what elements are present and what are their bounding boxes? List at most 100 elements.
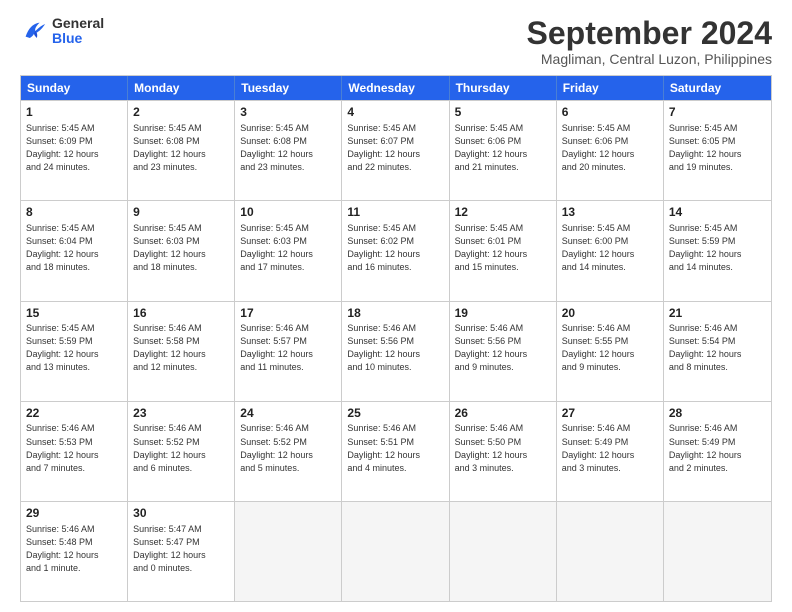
header-friday: Friday — [557, 76, 664, 100]
title-block: September 2024 Magliman, Central Luzon, … — [527, 16, 772, 67]
calendar-cell-4-4: 25Sunrise: 5:46 AM Sunset: 5:51 PM Dayli… — [342, 402, 449, 501]
day-info-11: Sunrise: 5:45 AM Sunset: 6:02 PM Dayligh… — [347, 222, 443, 274]
day-number-19: 19 — [455, 305, 551, 322]
calendar-cell-2-7: 14Sunrise: 5:45 AM Sunset: 5:59 PM Dayli… — [664, 201, 771, 300]
day-number-7: 7 — [669, 104, 766, 121]
calendar-cell-3-7: 21Sunrise: 5:46 AM Sunset: 5:54 PM Dayli… — [664, 302, 771, 401]
logo-blue: Blue — [52, 31, 104, 46]
day-number-28: 28 — [669, 405, 766, 422]
day-info-1: Sunrise: 5:45 AM Sunset: 6:09 PM Dayligh… — [26, 122, 122, 174]
day-info-20: Sunrise: 5:46 AM Sunset: 5:55 PM Dayligh… — [562, 322, 658, 374]
logo-general: General — [52, 16, 104, 31]
header-wednesday: Wednesday — [342, 76, 449, 100]
subtitle: Magliman, Central Luzon, Philippines — [527, 51, 772, 67]
day-number-22: 22 — [26, 405, 122, 422]
day-info-28: Sunrise: 5:46 AM Sunset: 5:49 PM Dayligh… — [669, 422, 766, 474]
day-info-14: Sunrise: 5:45 AM Sunset: 5:59 PM Dayligh… — [669, 222, 766, 274]
day-info-18: Sunrise: 5:46 AM Sunset: 5:56 PM Dayligh… — [347, 322, 443, 374]
calendar-cell-2-1: 8Sunrise: 5:45 AM Sunset: 6:04 PM Daylig… — [21, 201, 128, 300]
calendar-row-1: 1Sunrise: 5:45 AM Sunset: 6:09 PM Daylig… — [21, 100, 771, 200]
calendar-cell-1-1: 1Sunrise: 5:45 AM Sunset: 6:09 PM Daylig… — [21, 101, 128, 200]
day-number-20: 20 — [562, 305, 658, 322]
day-number-26: 26 — [455, 405, 551, 422]
day-number-12: 12 — [455, 204, 551, 221]
calendar-cell-2-2: 9Sunrise: 5:45 AM Sunset: 6:03 PM Daylig… — [128, 201, 235, 300]
day-number-4: 4 — [347, 104, 443, 121]
calendar-cell-2-6: 13Sunrise: 5:45 AM Sunset: 6:00 PM Dayli… — [557, 201, 664, 300]
calendar-cell-3-2: 16Sunrise: 5:46 AM Sunset: 5:58 PM Dayli… — [128, 302, 235, 401]
day-info-23: Sunrise: 5:46 AM Sunset: 5:52 PM Dayligh… — [133, 422, 229, 474]
calendar-cell-3-5: 19Sunrise: 5:46 AM Sunset: 5:56 PM Dayli… — [450, 302, 557, 401]
calendar-cell-2-5: 12Sunrise: 5:45 AM Sunset: 6:01 PM Dayli… — [450, 201, 557, 300]
day-number-16: 16 — [133, 305, 229, 322]
day-info-26: Sunrise: 5:46 AM Sunset: 5:50 PM Dayligh… — [455, 422, 551, 474]
calendar-cell-3-1: 15Sunrise: 5:45 AM Sunset: 5:59 PM Dayli… — [21, 302, 128, 401]
day-info-16: Sunrise: 5:46 AM Sunset: 5:58 PM Dayligh… — [133, 322, 229, 374]
day-info-13: Sunrise: 5:45 AM Sunset: 6:00 PM Dayligh… — [562, 222, 658, 274]
calendar-cell-3-4: 18Sunrise: 5:46 AM Sunset: 5:56 PM Dayli… — [342, 302, 449, 401]
calendar-cell-2-4: 11Sunrise: 5:45 AM Sunset: 6:02 PM Dayli… — [342, 201, 449, 300]
day-number-23: 23 — [133, 405, 229, 422]
day-number-15: 15 — [26, 305, 122, 322]
day-number-13: 13 — [562, 204, 658, 221]
header-tuesday: Tuesday — [235, 76, 342, 100]
calendar-row-2: 8Sunrise: 5:45 AM Sunset: 6:04 PM Daylig… — [21, 200, 771, 300]
day-info-29: Sunrise: 5:46 AM Sunset: 5:48 PM Dayligh… — [26, 523, 122, 575]
calendar-cell-5-7 — [664, 502, 771, 601]
day-info-6: Sunrise: 5:45 AM Sunset: 6:06 PM Dayligh… — [562, 122, 658, 174]
header: General Blue September 2024 Magliman, Ce… — [20, 16, 772, 67]
calendar-cell-4-1: 22Sunrise: 5:46 AM Sunset: 5:53 PM Dayli… — [21, 402, 128, 501]
day-info-2: Sunrise: 5:45 AM Sunset: 6:08 PM Dayligh… — [133, 122, 229, 174]
day-info-12: Sunrise: 5:45 AM Sunset: 6:01 PM Dayligh… — [455, 222, 551, 274]
day-info-5: Sunrise: 5:45 AM Sunset: 6:06 PM Dayligh… — [455, 122, 551, 174]
calendar-cell-3-6: 20Sunrise: 5:46 AM Sunset: 5:55 PM Dayli… — [557, 302, 664, 401]
day-info-15: Sunrise: 5:45 AM Sunset: 5:59 PM Dayligh… — [26, 322, 122, 374]
day-number-11: 11 — [347, 204, 443, 221]
day-info-24: Sunrise: 5:46 AM Sunset: 5:52 PM Dayligh… — [240, 422, 336, 474]
day-info-3: Sunrise: 5:45 AM Sunset: 6:08 PM Dayligh… — [240, 122, 336, 174]
calendar-header: Sunday Monday Tuesday Wednesday Thursday… — [21, 76, 771, 100]
calendar-row-4: 22Sunrise: 5:46 AM Sunset: 5:53 PM Dayli… — [21, 401, 771, 501]
calendar-cell-5-5 — [450, 502, 557, 601]
day-number-17: 17 — [240, 305, 336, 322]
calendar-cell-5-4 — [342, 502, 449, 601]
day-number-5: 5 — [455, 104, 551, 121]
calendar-cell-5-2: 30Sunrise: 5:47 AM Sunset: 5:47 PM Dayli… — [128, 502, 235, 601]
calendar-body: 1Sunrise: 5:45 AM Sunset: 6:09 PM Daylig… — [21, 100, 771, 601]
calendar-cell-5-3 — [235, 502, 342, 601]
day-info-19: Sunrise: 5:46 AM Sunset: 5:56 PM Dayligh… — [455, 322, 551, 374]
day-info-22: Sunrise: 5:46 AM Sunset: 5:53 PM Dayligh… — [26, 422, 122, 474]
day-number-21: 21 — [669, 305, 766, 322]
day-info-30: Sunrise: 5:47 AM Sunset: 5:47 PM Dayligh… — [133, 523, 229, 575]
calendar-cell-1-3: 3Sunrise: 5:45 AM Sunset: 6:08 PM Daylig… — [235, 101, 342, 200]
day-number-14: 14 — [669, 204, 766, 221]
calendar-row-3: 15Sunrise: 5:45 AM Sunset: 5:59 PM Dayli… — [21, 301, 771, 401]
day-number-29: 29 — [26, 505, 122, 522]
day-info-25: Sunrise: 5:46 AM Sunset: 5:51 PM Dayligh… — [347, 422, 443, 474]
header-thursday: Thursday — [450, 76, 557, 100]
day-number-25: 25 — [347, 405, 443, 422]
day-number-24: 24 — [240, 405, 336, 422]
day-number-1: 1 — [26, 104, 122, 121]
calendar-cell-1-5: 5Sunrise: 5:45 AM Sunset: 6:06 PM Daylig… — [450, 101, 557, 200]
calendar-cell-2-3: 10Sunrise: 5:45 AM Sunset: 6:03 PM Dayli… — [235, 201, 342, 300]
day-number-2: 2 — [133, 104, 229, 121]
calendar-cell-3-3: 17Sunrise: 5:46 AM Sunset: 5:57 PM Dayli… — [235, 302, 342, 401]
day-number-27: 27 — [562, 405, 658, 422]
calendar-cell-4-7: 28Sunrise: 5:46 AM Sunset: 5:49 PM Dayli… — [664, 402, 771, 501]
calendar-cell-4-2: 23Sunrise: 5:46 AM Sunset: 5:52 PM Dayli… — [128, 402, 235, 501]
calendar-cell-1-2: 2Sunrise: 5:45 AM Sunset: 6:08 PM Daylig… — [128, 101, 235, 200]
calendar-cell-1-6: 6Sunrise: 5:45 AM Sunset: 6:06 PM Daylig… — [557, 101, 664, 200]
day-number-30: 30 — [133, 505, 229, 522]
header-sunday: Sunday — [21, 76, 128, 100]
calendar-cell-5-6 — [557, 502, 664, 601]
day-info-10: Sunrise: 5:45 AM Sunset: 6:03 PM Dayligh… — [240, 222, 336, 274]
day-info-9: Sunrise: 5:45 AM Sunset: 6:03 PM Dayligh… — [133, 222, 229, 274]
calendar-row-5: 29Sunrise: 5:46 AM Sunset: 5:48 PM Dayli… — [21, 501, 771, 601]
header-saturday: Saturday — [664, 76, 771, 100]
main-title: September 2024 — [527, 16, 772, 51]
day-number-8: 8 — [26, 204, 122, 221]
calendar-cell-1-4: 4Sunrise: 5:45 AM Sunset: 6:07 PM Daylig… — [342, 101, 449, 200]
header-monday: Monday — [128, 76, 235, 100]
logo-icon — [20, 17, 48, 45]
